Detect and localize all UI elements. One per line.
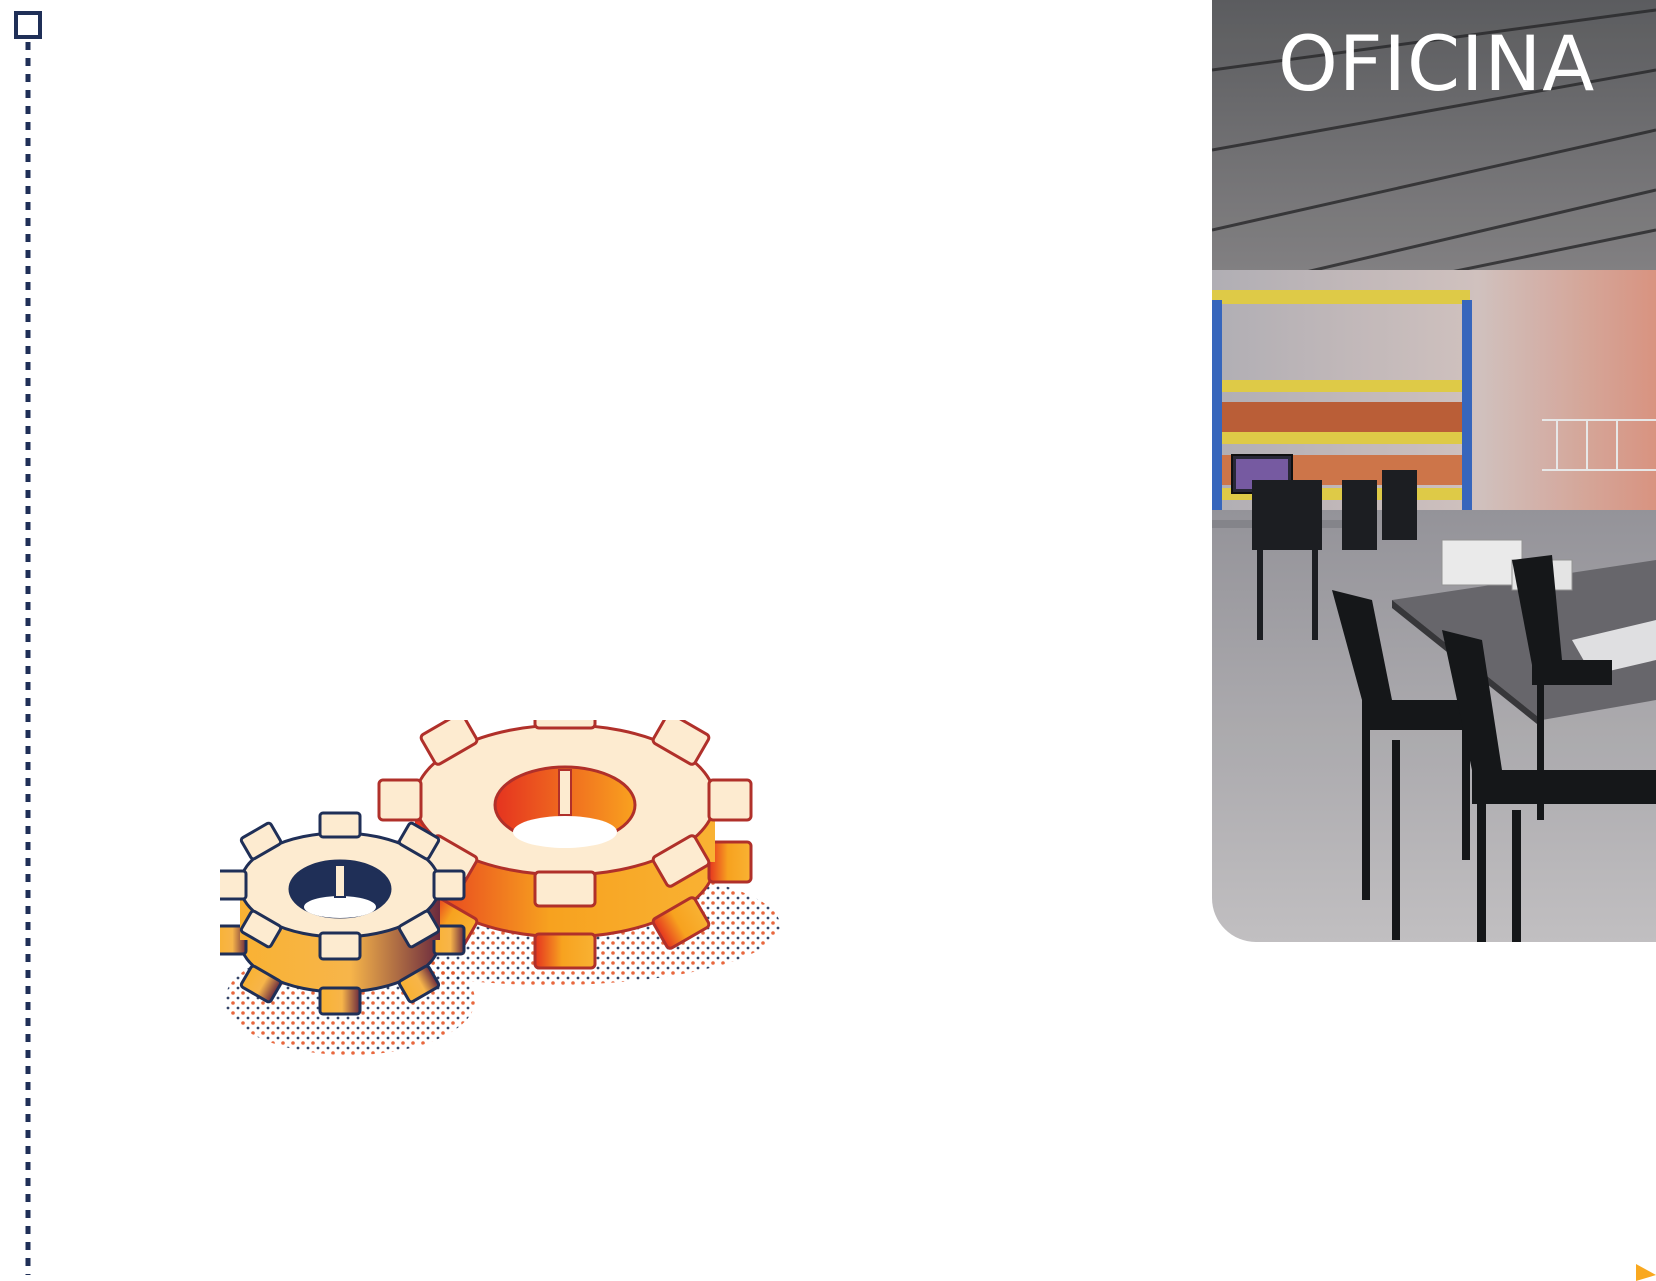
arrow-head-icon: [1636, 1264, 1656, 1281]
small-gear-icon: [220, 811, 466, 1016]
office-photo: OFICINA: [1212, 0, 1656, 942]
office-photo-illustration: [1212, 0, 1656, 942]
start-square-icon: [14, 11, 42, 39]
photo-title: OFICINA: [1278, 19, 1596, 108]
gears-illustration: [220, 720, 780, 1055]
